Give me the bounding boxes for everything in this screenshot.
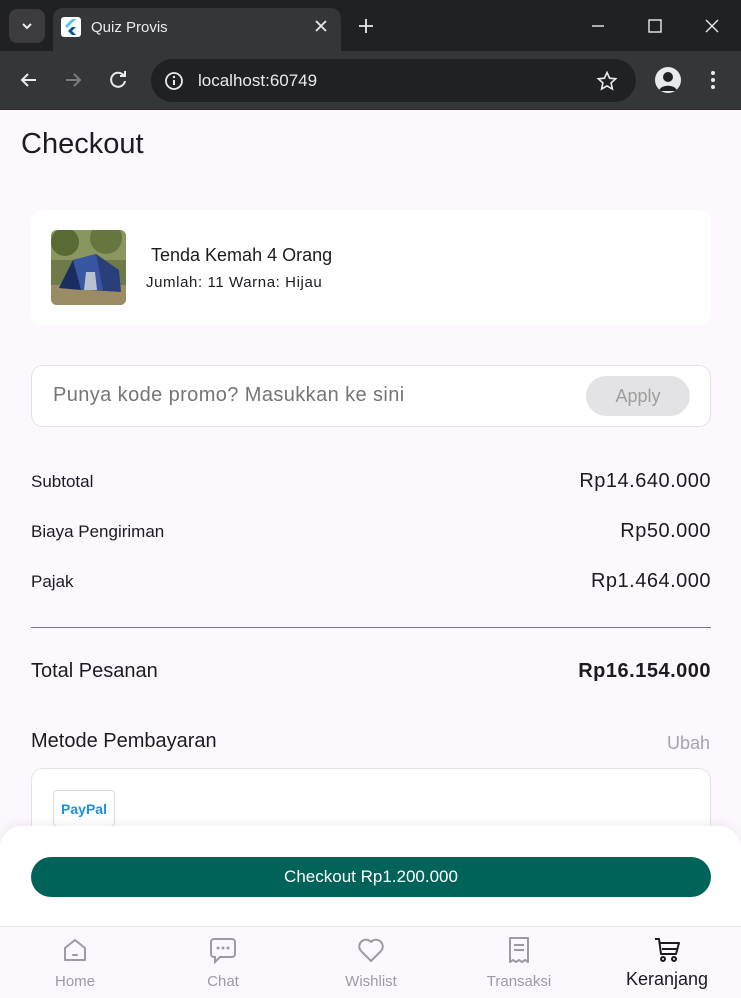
nav-item-home[interactable]: Home xyxy=(1,927,149,998)
bottom-navigation: Home Chat Wishlist Transaksi Keranjang xyxy=(0,926,741,998)
change-payment-link[interactable]: Ubah xyxy=(667,733,710,754)
tax-row: Pajak Rp1.464.000 xyxy=(31,570,711,594)
nav-label-keranjang: Keranjang xyxy=(625,969,709,989)
product-meta: Jumlah: 11 Warna: Hijau xyxy=(146,274,323,291)
product-name: Tenda Kemah 4 Orang xyxy=(151,245,333,265)
reload-icon[interactable] xyxy=(106,68,130,92)
product-image xyxy=(51,230,126,305)
nav-item-chat[interactable]: Chat xyxy=(149,927,297,998)
minimize-icon[interactable] xyxy=(586,14,610,38)
promo-code-input[interactable] xyxy=(53,384,573,407)
maximize-icon[interactable] xyxy=(643,14,667,38)
promo-code-box: Apply xyxy=(31,365,711,427)
chevron-down-icon xyxy=(22,23,32,30)
site-info-icon[interactable] xyxy=(163,70,185,92)
page-title: Checkout xyxy=(21,128,144,160)
close-tab-icon[interactable] xyxy=(313,18,329,34)
chat-icon xyxy=(210,938,236,965)
heart-icon xyxy=(358,938,384,962)
tax-label: Pajak xyxy=(31,572,74,591)
browser-tab-bar: Quiz Provis xyxy=(0,0,741,51)
subtotal-label: Subtotal xyxy=(31,472,94,491)
flutter-favicon-icon xyxy=(61,17,81,37)
paypal-logo: PayPal xyxy=(53,790,115,827)
profile-avatar-icon[interactable] xyxy=(655,67,681,93)
browser-tab[interactable]: Quiz Provis xyxy=(53,8,341,51)
apply-promo-button[interactable]: Apply xyxy=(586,376,690,416)
checkout-sheet: Checkout Rp1.200.000 xyxy=(0,826,741,926)
forward-arrow-icon[interactable] xyxy=(61,68,85,92)
cart-item-card[interactable]: Tenda Kemah 4 Orang Jumlah: 11 Warna: Hi… xyxy=(31,210,711,325)
nav-item-wishlist[interactable]: Wishlist xyxy=(297,927,445,998)
tax-value: Rp1.464.000 xyxy=(590,570,711,592)
app-viewport: Checkout Tenda Kemah 4 Orang Jumlah: 11 … xyxy=(0,110,741,998)
subtotal-row: Subtotal Rp14.640.000 xyxy=(31,470,711,494)
nav-item-transaksi[interactable]: Transaksi xyxy=(445,927,593,998)
address-bar[interactable]: localhost:60749 xyxy=(151,59,636,102)
subtotal-value: Rp14.640.000 xyxy=(579,470,711,492)
payment-method-title: Metode Pembayaran xyxy=(31,730,217,752)
bookmark-star-icon[interactable] xyxy=(596,70,618,92)
tab-search-button[interactable] xyxy=(9,9,45,43)
summary-divider xyxy=(31,627,711,628)
home-icon xyxy=(64,939,86,961)
cart-icon xyxy=(655,938,680,962)
browser-menu-icon[interactable] xyxy=(703,68,723,92)
nav-label-wishlist: Wishlist xyxy=(345,973,397,990)
receipt-icon xyxy=(509,937,529,963)
browser-toolbar: localhost:60749 xyxy=(0,51,741,110)
url-text: localhost:60749 xyxy=(198,71,318,90)
total-value: Rp16.154.000 xyxy=(578,660,711,682)
tab-title: Quiz Provis xyxy=(91,19,168,36)
nav-label-transaksi: Transaksi xyxy=(486,973,552,990)
nav-label-chat: Chat xyxy=(207,973,239,990)
back-arrow-icon[interactable] xyxy=(17,68,41,92)
checkout-button[interactable]: Checkout Rp1.200.000 xyxy=(31,857,711,897)
new-tab-icon[interactable] xyxy=(356,16,376,36)
total-label: Total Pesanan xyxy=(31,660,158,682)
nav-item-keranjang[interactable]: Keranjang xyxy=(593,927,741,998)
total-row: Total Pesanan Rp16.154.000 xyxy=(31,660,711,684)
close-window-icon[interactable] xyxy=(700,14,724,38)
nav-label-home: Home xyxy=(54,973,95,990)
shipping-row: Biaya Pengiriman Rp50.000 xyxy=(31,520,711,544)
shipping-value: Rp50.000 xyxy=(620,520,711,542)
shipping-label: Biaya Pengiriman xyxy=(31,522,165,541)
